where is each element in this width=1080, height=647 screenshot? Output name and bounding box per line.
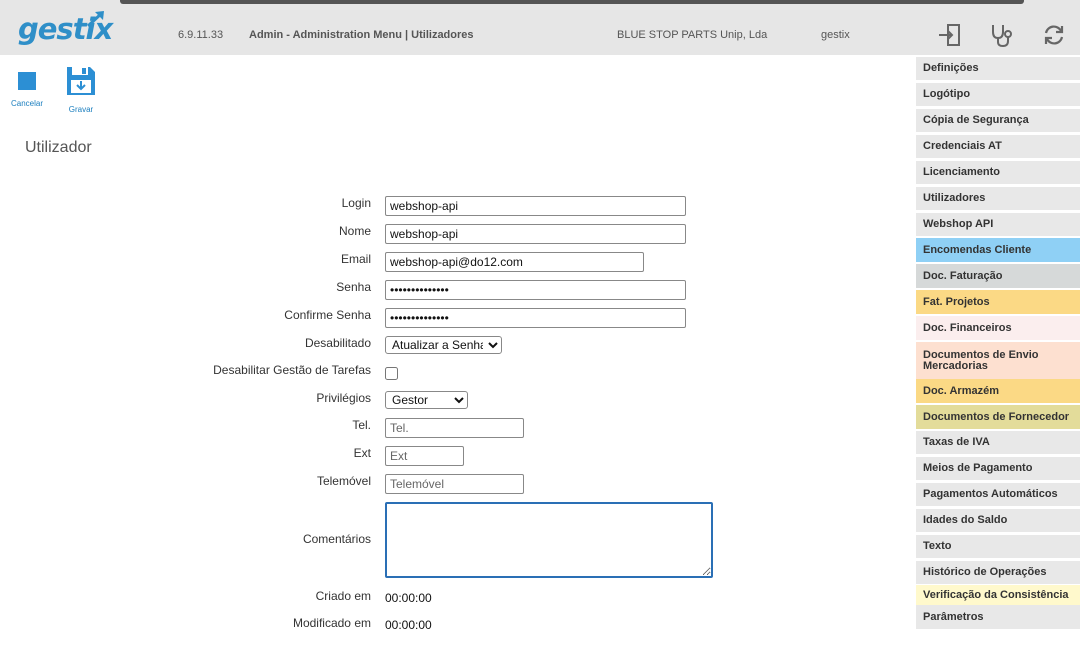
sidebar-item-verificacao-consistencia[interactable]: Verificação da Consistência (916, 585, 1080, 605)
sidebar-item-webshop-api[interactable]: Webshop API (916, 213, 1080, 236)
cancel-label: Cancelar (10, 99, 43, 108)
login-label: Login (341, 196, 371, 210)
sidebar-item-taxas-iva[interactable]: Taxas de IVA (916, 431, 1080, 454)
sidebar-item-label: Pagamentos Automáticos (923, 488, 1058, 500)
tel-input[interactable] (385, 418, 524, 438)
tasks-label: Desabilitar Gestão de Tarefas (213, 363, 371, 377)
sidebar-item-parametros[interactable]: Parâmetros (916, 605, 1080, 629)
disabled-label: Desabilitado (304, 336, 371, 350)
refresh-icon[interactable] (1041, 22, 1067, 48)
privileges-label: Privilégios (316, 391, 371, 405)
privileges-select[interactable]: Gestor (385, 391, 468, 409)
sidebar-item-label: Verificação da Consistência (923, 588, 1069, 601)
sidebar-item-definicoes[interactable]: Definições (916, 57, 1080, 80)
name-label: Nome (338, 224, 371, 238)
tel-label: Tel. (352, 418, 371, 432)
stethoscope-icon[interactable] (988, 22, 1014, 48)
comments-label: Comentários (302, 532, 371, 546)
sidebar-item-label: Doc. Faturação (923, 269, 1003, 282)
sidebar-item-label: Utilizadores (923, 192, 986, 204)
created-row: Criado em (0, 589, 900, 611)
sidebar-item-label: Definições (923, 62, 979, 74)
login-input[interactable] (385, 196, 686, 216)
sidebar-item-documentos-envio[interactable]: Documentos de Envio Mercadorias (916, 342, 1080, 379)
sidebar-item-label: Meios de Pagamento (923, 462, 1033, 474)
sidebar-item-label: Doc. Armazém (923, 384, 1000, 397)
sidebar-item-label: Idades do Saldo (923, 514, 1008, 526)
name-input[interactable] (385, 224, 686, 244)
sidebar-item-logotipo[interactable]: Logótipo (916, 83, 1080, 106)
admin-sidebar: Definições Logótipo Cópia de Segurança C… (916, 55, 1080, 647)
sidebar-item-label: Cópia de Segurança (923, 114, 1029, 126)
stop-icon (18, 72, 36, 90)
sidebar-item-idades-saldo[interactable]: Idades do Saldo (916, 509, 1080, 532)
confirm-password-label: Confirme Senha (284, 308, 371, 322)
sidebar-item-utilizadores[interactable]: Utilizadores (916, 187, 1080, 210)
modified-row: Modificado em (0, 616, 900, 638)
sidebar-item-fat-projetos[interactable]: Fat. Projetos (916, 290, 1080, 314)
sidebar-item-label: Texto (923, 540, 952, 552)
save-label: Gravar (68, 105, 94, 114)
email-label: Email (340, 252, 371, 266)
company-name: BLUE STOP PARTS Unip, Lda (617, 29, 768, 41)
email-input[interactable] (385, 252, 644, 272)
sidebar-item-documentos-fornecedor[interactable]: Documentos de Fornecedor (916, 405, 1080, 429)
sidebar-item-label: Parâmetros (923, 610, 984, 623)
logo-arrow-icon (86, 11, 104, 28)
disabled-select[interactable]: Atualizar a Senha (385, 336, 502, 354)
page-breadcrumb: Admin - Administration Menu | Utilizador… (249, 29, 474, 41)
sidebar-item-label: Fat. Projetos (923, 295, 990, 308)
sidebar-item-label: Licenciamento (923, 166, 1001, 178)
cancel-button[interactable]: Cancelar (10, 66, 44, 108)
modified-value: 00:00:00 (385, 618, 432, 632)
sidebar-item-label: Documentos de Fornecedor (923, 410, 1070, 423)
created-label: Criado em (315, 589, 371, 603)
sidebar-item-historico-operacoes[interactable]: Histórico de Operações (916, 561, 1080, 584)
top-edge (120, 0, 1024, 4)
comments-textarea[interactable] (385, 502, 713, 578)
sidebar-item-pagamentos-automaticos[interactable]: Pagamentos Automáticos (916, 483, 1080, 506)
floppy-save-icon (67, 67, 95, 95)
modified-label: Modificado em (292, 616, 371, 630)
tasks-row: Desabilitar Gestão de Tarefas (0, 363, 900, 385)
logout-icon[interactable] (937, 22, 963, 48)
user-name: gestix (821, 29, 850, 41)
ext-input[interactable] (385, 446, 464, 466)
sidebar-item-label: Webshop API (923, 218, 994, 230)
created-value: 00:00:00 (385, 591, 432, 605)
page-title: Utilizador (25, 139, 92, 156)
save-button[interactable]: Gravar (64, 66, 98, 114)
sidebar-item-label: Encomendas Cliente (923, 243, 1032, 256)
sidebar-item-doc-financeiros[interactable]: Doc. Financeiros (916, 316, 1080, 340)
sidebar-item-encomendas-cliente[interactable]: Encomendas Cliente (916, 238, 1080, 262)
sidebar-item-doc-armazem[interactable]: Doc. Armazém (916, 379, 1080, 403)
confirm-password-input[interactable] (385, 308, 686, 328)
sidebar-item-label: Taxas de IVA (923, 436, 990, 448)
sidebar-item-doc-faturacao[interactable]: Doc. Faturação (916, 264, 1080, 288)
disable-tasks-checkbox[interactable] (385, 367, 398, 380)
password-input[interactable] (385, 280, 686, 300)
ext-label: Ext (353, 446, 371, 460)
sidebar-item-label: Documentos de Envio Mercadorias (923, 348, 1039, 372)
sidebar-item-credenciais-at[interactable]: Credenciais AT (916, 135, 1080, 158)
mobile-label: Telemóvel (316, 474, 371, 488)
sidebar-item-texto[interactable]: Texto (916, 535, 1080, 558)
sidebar-item-backup[interactable]: Cópia de Segurança (916, 109, 1080, 132)
sidebar-item-licenciamento[interactable]: Licenciamento (916, 161, 1080, 184)
sidebar-item-meios-pagamento[interactable]: Meios de Pagamento (916, 457, 1080, 480)
sidebar-item-label: Credenciais AT (923, 140, 1002, 152)
version-label: 6.9.11.33 (178, 29, 224, 41)
password-label: Senha (336, 280, 371, 294)
mobile-input[interactable] (385, 474, 524, 494)
sidebar-item-label: Logótipo (923, 88, 971, 100)
sidebar-item-label: Doc. Financeiros (923, 321, 1012, 334)
top-bar: gestix 6.9.11.33 Admin - Administration … (0, 0, 1080, 55)
sidebar-item-label: Histórico de Operações (923, 566, 1047, 578)
